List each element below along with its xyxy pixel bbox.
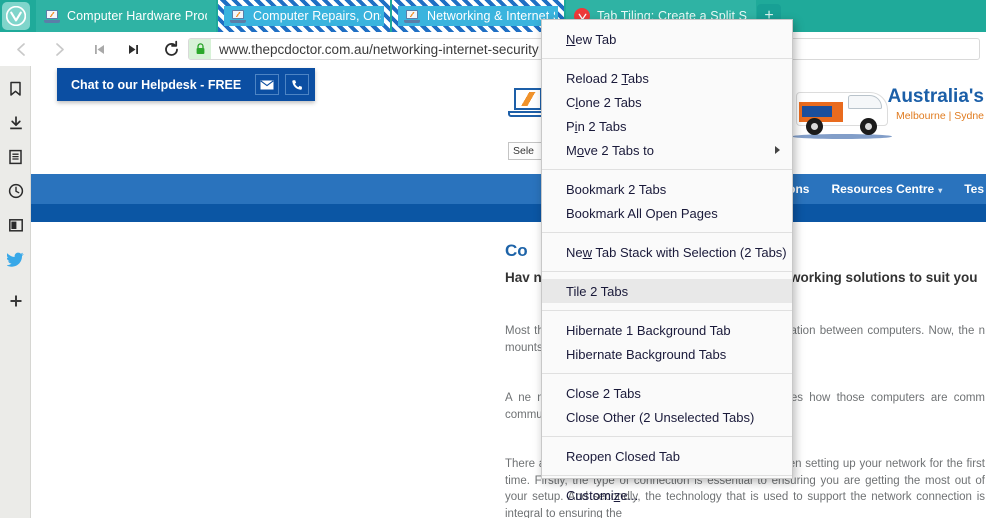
menu-bookmark-all-open-pages[interactable]: Bookmark All Open Pages xyxy=(542,201,792,225)
bookmark-icon[interactable] xyxy=(0,72,31,106)
service-van-image xyxy=(786,78,896,150)
forward-arrow-icon[interactable] xyxy=(44,34,74,64)
back-arrow-icon[interactable] xyxy=(6,34,36,64)
tab-0[interactable]: Computer Hardware Produc xyxy=(36,0,216,32)
site-nav-items: olutions Resources Centre▾ Tes xyxy=(763,174,986,204)
twitter-bird-icon[interactable] xyxy=(0,242,31,276)
site-locations: Melbourne | Sydne xyxy=(896,110,984,122)
padlock-icon xyxy=(189,39,211,59)
web-page-content: Sele Australia's Melbourne | Sydne oluti… xyxy=(31,66,986,518)
menu-close-other-tabs[interactable]: Close Other (2 Unselected Tabs) xyxy=(542,405,792,429)
url-text: www.thepcdoctor.com.au/networking-intern… xyxy=(211,42,539,57)
laptop-icon xyxy=(230,8,246,24)
menu-item-label: Move 2 Tabs to xyxy=(566,143,654,158)
menu-separator xyxy=(542,232,792,233)
site-navbar-secondary xyxy=(31,204,986,222)
tab-title: Computer Hardware Produc xyxy=(67,9,207,23)
menu-item-label: Reopen Closed Tab xyxy=(566,449,680,464)
nav-item-label: Resources Centre xyxy=(831,182,934,196)
chevron-down-icon: ▾ xyxy=(938,186,942,195)
side-panel xyxy=(0,66,31,518)
menu-item-label: Hibernate Background Tabs xyxy=(566,347,726,362)
menu-item-label: Pin 2 Tabs xyxy=(566,119,626,134)
notes-icon[interactable] xyxy=(0,140,31,174)
chat-widget-label: Chat to our Helpdesk - FREE xyxy=(57,78,255,92)
menu-item-label: Close Other (2 Unselected Tabs) xyxy=(566,410,754,425)
reload-icon[interactable] xyxy=(156,34,186,64)
menu-separator xyxy=(542,475,792,476)
menu-item-label: Customize... xyxy=(566,488,638,503)
tab-title: Networking & Internet Sec xyxy=(427,9,555,23)
menu-pin-tabs[interactable]: Pin 2 Tabs xyxy=(542,114,792,138)
tab-title: Computer Repairs, Onsite IT xyxy=(253,9,381,23)
plus-icon[interactable] xyxy=(0,284,31,318)
menu-separator xyxy=(542,169,792,170)
menu-close-tabs[interactable]: Close 2 Tabs xyxy=(542,381,792,405)
nav-item-resources-centre[interactable]: Resources Centre ▾ xyxy=(831,182,942,196)
menu-item-label: Clone 2 Tabs xyxy=(566,95,642,110)
menu-customize[interactable]: Customize... xyxy=(542,483,792,507)
tab-bar-empty-area[interactable] xyxy=(781,0,986,32)
menu-separator xyxy=(542,310,792,311)
menu-separator xyxy=(542,271,792,272)
menu-item-label: Bookmark 2 Tabs xyxy=(566,182,666,197)
nav-item-testimonials[interactable]: Tes xyxy=(964,182,986,196)
clock-icon[interactable] xyxy=(0,174,31,208)
fast-forward-icon[interactable] xyxy=(118,34,148,64)
tab-1[interactable]: Computer Repairs, Onsite IT xyxy=(218,0,390,32)
chat-helpdesk-widget[interactable]: Chat to our Helpdesk - FREE xyxy=(57,68,315,101)
envelope-icon[interactable] xyxy=(255,74,279,95)
menu-separator xyxy=(542,58,792,59)
menu-item-label: Reload 2 Tabs xyxy=(566,71,649,86)
tab-bar: Computer Hardware Produc Computer Repair… xyxy=(0,0,986,32)
menu-reload-tabs[interactable]: Reload 2 Tabs xyxy=(542,66,792,90)
menu-tile-tabs[interactable]: Tile 2 Tabs xyxy=(542,279,792,303)
menu-item-label: Close 2 Tabs xyxy=(566,386,641,401)
menu-move-tabs-to[interactable]: Move 2 Tabs to xyxy=(542,138,792,162)
window-icon[interactable] xyxy=(0,208,31,242)
phone-icon[interactable] xyxy=(285,74,309,95)
menu-item-label: Tile 2 Tabs xyxy=(566,284,628,299)
menu-clone-tabs[interactable]: Clone 2 Tabs xyxy=(542,90,792,114)
submenu-arrow-icon xyxy=(775,146,780,154)
menu-item-label: New Tab Stack with Selection (2 Tabs) xyxy=(566,245,787,260)
menu-reopen-closed-tab[interactable]: Reopen Closed Tab xyxy=(542,444,792,468)
menu-item-label: New Tab xyxy=(566,32,616,47)
laptop-icon xyxy=(404,8,420,24)
tab-context-menu: New Tab Reload 2 Tabs Clone 2 Tabs Pin 2… xyxy=(541,19,793,479)
rewind-icon[interactable] xyxy=(84,34,114,64)
site-title: Australia's xyxy=(888,86,984,108)
tab-2[interactable]: Networking & Internet Sec xyxy=(392,0,564,32)
vivaldi-logo-icon[interactable] xyxy=(2,2,30,30)
menu-hibernate-background-tabs[interactable]: Hibernate Background Tabs xyxy=(542,342,792,366)
download-icon[interactable] xyxy=(0,106,31,140)
menu-bookmark-tabs[interactable]: Bookmark 2 Tabs xyxy=(542,177,792,201)
menu-item-label: Bookmark All Open Pages xyxy=(566,206,718,221)
article-content: Co y Hav nd/or internet security? Home o… xyxy=(31,241,986,518)
menu-separator xyxy=(542,436,792,437)
menu-separator xyxy=(542,373,792,374)
menu-hibernate-background-tab[interactable]: Hibernate 1 Background Tab xyxy=(542,318,792,342)
menu-new-tab-stack-with-selection[interactable]: New Tab Stack with Selection (2 Tabs) xyxy=(542,240,792,264)
laptop-icon xyxy=(44,8,60,24)
menu-new-tab[interactable]: New Tab xyxy=(542,27,792,51)
menu-item-label: Hibernate 1 Background Tab xyxy=(566,323,731,338)
